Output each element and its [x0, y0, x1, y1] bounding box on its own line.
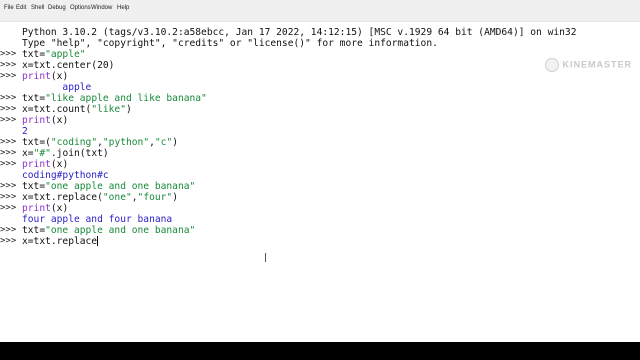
- prompt-marker: >>>: [0, 104, 17, 114]
- input-line: x=txt.center(20): [22, 60, 114, 71]
- input-line: txt=("coding","python","c"): [22, 137, 178, 148]
- prompt-marker: >>>: [0, 225, 17, 235]
- output-line: 2: [22, 126, 28, 137]
- prompt-marker: >>>: [0, 93, 17, 103]
- input-line: print(x): [22, 159, 68, 170]
- prompt-marker: >>>: [0, 148, 17, 158]
- menu-bar: File Edit Shell Debug Options Window Help: [0, 0, 640, 22]
- code-token: (x): [50, 115, 69, 126]
- code-token: (x): [50, 159, 69, 170]
- input-line: txt="apple": [22, 49, 86, 60]
- banner-line: Type "help", "copyright", "credits" or "…: [22, 38, 438, 49]
- builtin-name: print: [22, 115, 51, 126]
- string-literal: "one apple and one banana": [45, 181, 196, 192]
- prompt-marker: >>>: [0, 60, 17, 70]
- builtin-name: print: [22, 203, 51, 214]
- code-token: x=: [22, 148, 34, 159]
- string-literal: "four": [137, 192, 173, 203]
- watermark-text: KINEMASTER: [562, 59, 632, 70]
- menu-options[interactable]: Options: [70, 4, 91, 12]
- code-token: .join(txt): [50, 148, 109, 159]
- text-caret: [97, 236, 99, 246]
- prompt-marker: >>>: [0, 159, 17, 169]
- input-line: txt="one apple and one banana": [22, 225, 195, 236]
- prompt-marker: >>>: [0, 137, 17, 147]
- input-line: print(x): [22, 115, 68, 126]
- prompt-marker: >>>: [0, 71, 17, 81]
- code-token: txt=: [22, 181, 46, 192]
- mouse-ibeam-cursor-icon: [264, 253, 267, 262]
- input-line: txt="one apple and one banana": [22, 181, 195, 192]
- string-literal: "c": [154, 137, 173, 148]
- builtin-name: print: [22, 159, 51, 170]
- menu-shell[interactable]: Shell: [31, 4, 44, 12]
- code-token: x=txt.count(: [22, 104, 92, 115]
- code-token: txt=: [22, 93, 46, 104]
- watermark-logo-icon: [545, 58, 560, 72]
- prompt-marker: >>>: [0, 203, 17, 213]
- menu-debug[interactable]: Debug: [48, 4, 66, 12]
- menu-edit[interactable]: Edit: [16, 4, 26, 12]
- prompt-marker: >>>: [0, 192, 17, 202]
- code-token: txt=: [22, 49, 46, 60]
- menu-window[interactable]: Window: [91, 4, 112, 12]
- input-line: x=txt.count("like"): [22, 104, 132, 115]
- code-token: x=txt.replace(: [22, 192, 103, 203]
- code-token: x=txt.replace: [22, 236, 98, 247]
- input-line: print(x): [22, 203, 68, 214]
- prompt-marker: >>>: [0, 236, 17, 246]
- banner-line: Python 3.10.2 (tags/v3.10.2:a58ebcc, Jan…: [22, 27, 577, 38]
- string-literal: "one apple and one banana": [45, 225, 196, 236]
- code-token: (x): [50, 203, 69, 214]
- output-line: four apple and four banana: [22, 214, 173, 225]
- code-token: (x): [50, 71, 69, 82]
- watermark: KINEMASTER: [545, 58, 632, 72]
- string-literal: "python": [102, 137, 150, 148]
- prompt-marker: >>>: [0, 115, 17, 125]
- string-literal: "coding": [50, 137, 98, 148]
- output-line: coding#python#c: [22, 170, 109, 181]
- input-line: txt="like apple and like banana": [22, 93, 207, 104]
- menu-file[interactable]: File: [4, 4, 14, 12]
- idle-shell-window: File Edit Shell Debug Options Window Help >>> >…: [0, 0, 640, 342]
- string-literal: "like apple and like banana": [45, 93, 207, 104]
- builtin-name: print: [22, 71, 51, 82]
- input-line: x="#".join(txt): [22, 148, 109, 159]
- code-token: txt=(: [22, 137, 51, 148]
- input-line: x=txt.replace("one","four"): [22, 192, 178, 203]
- prompt-marker: >>>: [0, 181, 17, 191]
- prompt-marker: >>>: [0, 49, 17, 59]
- code-token: ): [172, 137, 178, 148]
- output-line: apple: [22, 82, 138, 93]
- string-literal: "like": [91, 104, 126, 115]
- code-token: ): [125, 104, 132, 115]
- string-literal: "#": [33, 148, 51, 159]
- current-input-line: x=txt.replace: [22, 236, 99, 247]
- menu-help[interactable]: Help: [117, 4, 129, 12]
- code-token: ): [172, 192, 178, 203]
- code-token: x=txt.center(20): [22, 60, 115, 71]
- input-line: print(x): [22, 71, 68, 82]
- string-literal: "apple": [45, 49, 86, 60]
- prompt-gutter: >>> >>> >>> >>> >>> >>> >>> >>> >>> >>> >>> >>> >>> >…: [0, 21, 20, 342]
- string-literal: "one": [102, 192, 132, 203]
- code-token: txt=: [22, 225, 46, 236]
